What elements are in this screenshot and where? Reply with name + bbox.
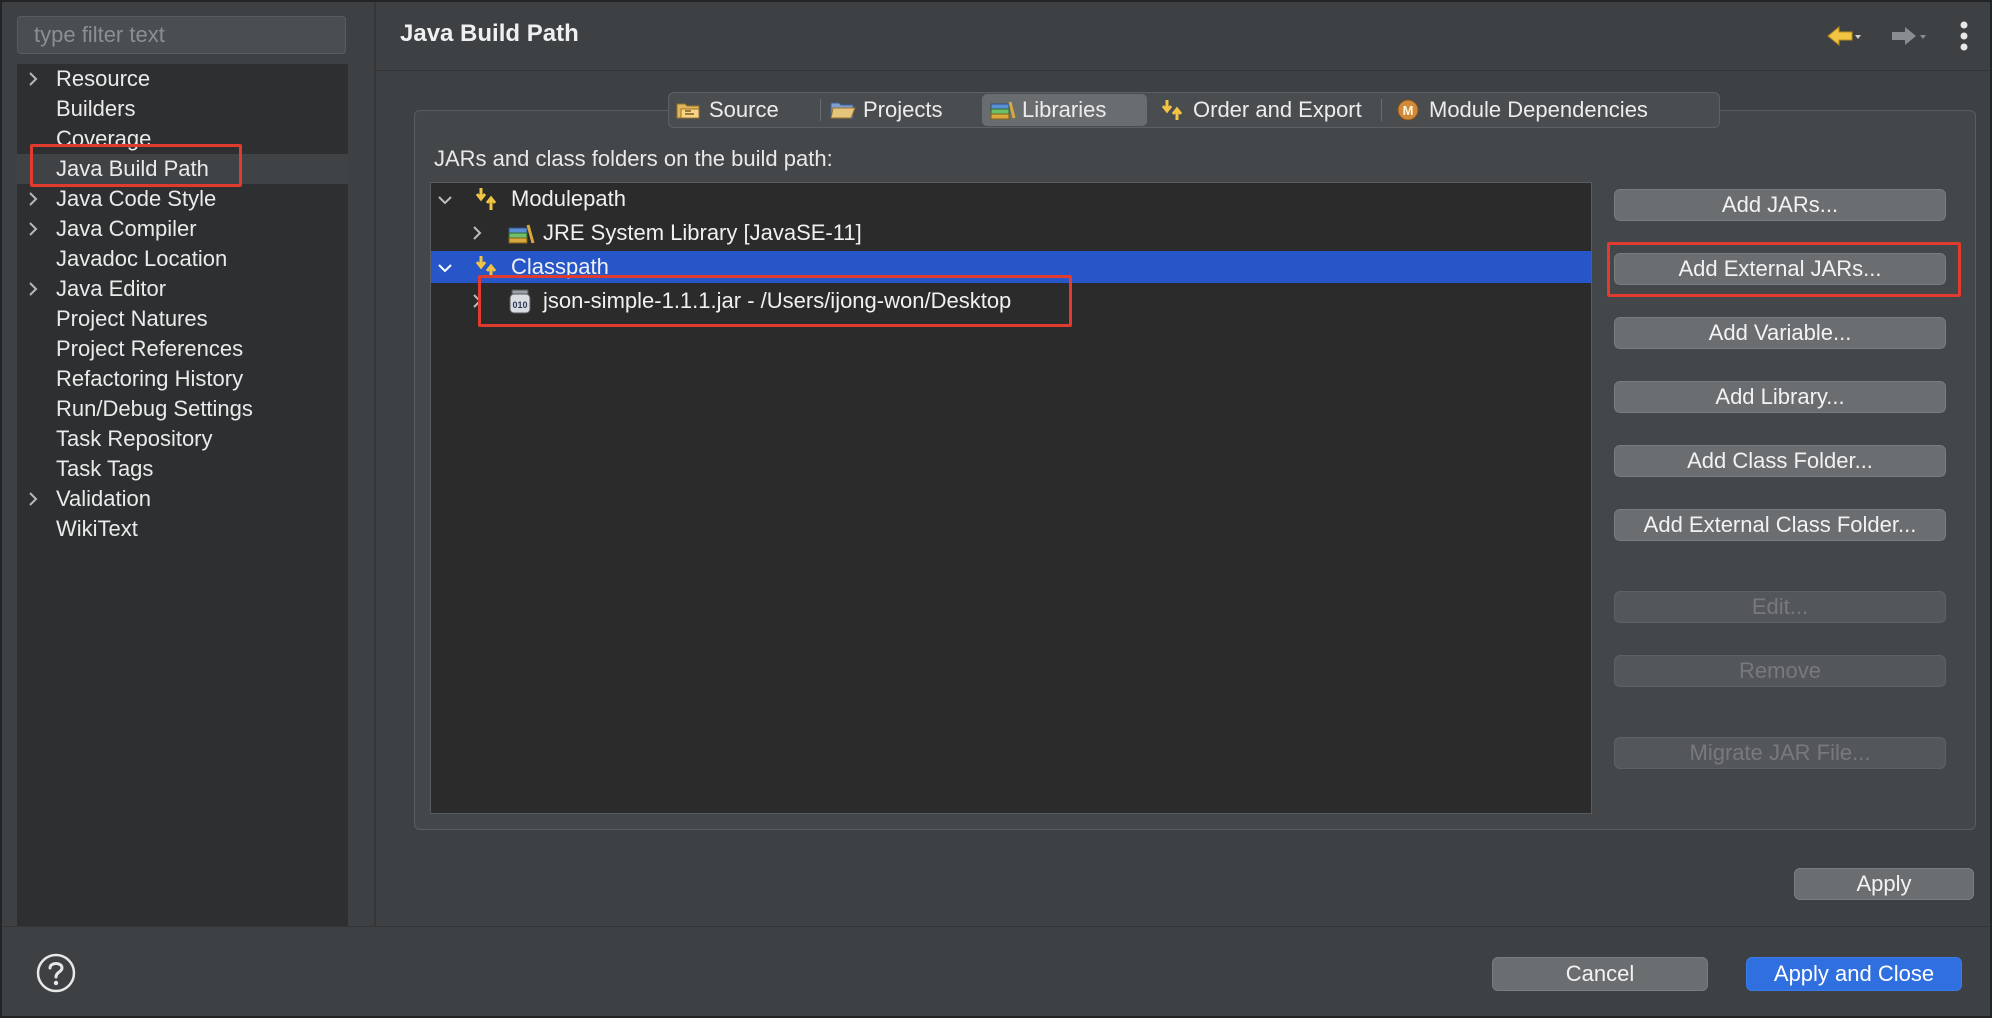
- libraries-icon: [988, 98, 1016, 122]
- add-jars-button[interactable]: Add JARs...: [1614, 189, 1946, 221]
- tab-label: Module Dependencies: [1429, 97, 1648, 122]
- remove-button[interactable]: Remove: [1614, 655, 1946, 687]
- nav-item-refactoring-history[interactable]: Refactoring History: [17, 364, 348, 394]
- nav-item-label: WikiText: [56, 516, 138, 541]
- nav-item-label: Project References: [56, 336, 244, 361]
- chevron-right-icon[interactable]: [23, 64, 43, 94]
- nav-item-coverage[interactable]: Coverage: [17, 124, 348, 154]
- buildpath-icon: [473, 186, 501, 212]
- add-library-button[interactable]: Add Library...: [1614, 381, 1946, 413]
- nav-item-project-natures[interactable]: Project Natures: [17, 304, 348, 334]
- filter-input[interactable]: [34, 22, 329, 48]
- tab-divider: [820, 99, 821, 121]
- nav-item-run-debug-settings[interactable]: Run/Debug Settings: [17, 394, 348, 424]
- edit-button[interactable]: Edit...: [1614, 591, 1946, 623]
- build-path-label: JARs and class folders on the build path…: [434, 146, 833, 171]
- nav-item-wikitext[interactable]: WikiText: [17, 514, 348, 544]
- nav-item-javadoc-location[interactable]: Javadoc Location: [17, 244, 348, 274]
- nav-item-task-repository[interactable]: Task Repository: [17, 424, 348, 454]
- library-icon: [507, 220, 535, 246]
- tree-row-label: JRE System Library [JavaSE-11]: [543, 220, 862, 245]
- add-class-folder-button[interactable]: Add Class Folder...: [1614, 445, 1946, 477]
- chevron-down-icon[interactable]: [437, 251, 457, 283]
- nav-item-java-build-path[interactable]: Java Build Path: [17, 154, 348, 184]
- chevron-right-icon[interactable]: [23, 484, 43, 514]
- svg-text:M: M: [1403, 103, 1414, 118]
- tree-row-label: json-simple-1.1.1.jar - /Users/ijong-won…: [543, 288, 1012, 313]
- back-arrow-icon[interactable]: [1826, 24, 1862, 52]
- svg-text:010: 010: [512, 300, 527, 310]
- tree-row-label: Classpath: [511, 254, 609, 279]
- chevron-right-icon[interactable]: [23, 274, 43, 304]
- nav-item-label: Validation: [56, 486, 151, 511]
- tree-row-classpath[interactable]: Classpath: [431, 251, 1591, 283]
- nav-item-label: Task Repository: [56, 426, 213, 451]
- nav-item-task-tags[interactable]: Task Tags: [17, 454, 348, 484]
- nav-item-label: Java Code Style: [56, 186, 217, 211]
- nav-item-label: Coverage: [56, 126, 152, 151]
- source-folder-icon: [675, 98, 703, 122]
- module-icon: M: [1395, 98, 1423, 122]
- tab-module-dependencies[interactable]: M Module Dependencies: [1389, 94, 1709, 126]
- preferences-nav-tree: Resource Builders Coverage Java Build Pa…: [17, 64, 348, 926]
- nav-item-resource[interactable]: Resource: [17, 64, 348, 94]
- chevron-down-icon[interactable]: [437, 183, 457, 215]
- add-external-class-folder-button[interactable]: Add External Class Folder...: [1614, 509, 1946, 541]
- apply-button[interactable]: Apply: [1794, 868, 1974, 900]
- tree-row-jre-system-library[interactable]: JRE System Library [JavaSE-11]: [431, 217, 1591, 249]
- cancel-button[interactable]: Cancel: [1492, 957, 1708, 991]
- view-menu-icon[interactable]: [1958, 20, 1970, 54]
- nav-item-label: Java Build Path: [56, 156, 209, 181]
- build-path-tree[interactable]: Modulepath JRE System Library [JavaSE-11…: [430, 182, 1592, 814]
- tree-row-modulepath[interactable]: Modulepath: [431, 183, 1591, 215]
- nav-item-label: Javadoc Location: [56, 246, 228, 271]
- chevron-right-icon[interactable]: [471, 285, 491, 317]
- nav-item-label: Java Editor: [56, 276, 167, 301]
- help-icon[interactable]: [36, 953, 76, 993]
- buildpath-icon: [473, 254, 501, 280]
- nav-item-label: Builders: [56, 96, 136, 121]
- nav-item-label: Resource: [56, 66, 151, 91]
- nav-item-builders[interactable]: Builders: [17, 94, 348, 124]
- tab-label: Libraries: [1022, 97, 1107, 122]
- tab-bar: Source Projects Libraries Order and Expo…: [668, 92, 1720, 128]
- chevron-right-icon[interactable]: [23, 184, 43, 214]
- nav-item-label: Java Compiler: [56, 216, 197, 241]
- nav-item-java-editor[interactable]: Java Editor: [17, 274, 348, 304]
- nav-item-label: Refactoring History: [56, 366, 244, 391]
- tab-projects[interactable]: Projects: [823, 94, 973, 126]
- add-external-jars-button[interactable]: Add External JARs...: [1614, 253, 1946, 285]
- tab-label: Source: [709, 97, 779, 122]
- nav-item-validation[interactable]: Validation: [17, 484, 348, 514]
- chevron-right-icon[interactable]: [471, 217, 491, 249]
- tab-order-and-export[interactable]: Order and Export: [1153, 94, 1379, 126]
- pane-divider[interactable]: [374, 0, 376, 926]
- header-divider: [376, 70, 1992, 71]
- forward-arrow-icon[interactable]: [1888, 24, 1928, 52]
- nav-item-label: Task Tags: [56, 456, 154, 481]
- nav-item-java-code-style[interactable]: Java Code Style: [17, 184, 348, 214]
- apply-and-close-button[interactable]: Apply and Close: [1746, 957, 1962, 991]
- nav-item-java-compiler[interactable]: Java Compiler: [17, 214, 348, 244]
- migrate-jar-button[interactable]: Migrate JAR File...: [1614, 737, 1946, 769]
- tree-row-json-simple-jar[interactable]: 010 json-simple-1.1.1.jar - /Users/ijong…: [431, 285, 1591, 317]
- footer-divider: [0, 926, 1992, 927]
- tab-libraries[interactable]: Libraries: [982, 94, 1147, 126]
- filter-input-box[interactable]: [17, 16, 346, 54]
- tab-label: Order and Export: [1193, 97, 1362, 122]
- tab-divider: [1381, 99, 1382, 121]
- order-export-icon: [1159, 98, 1187, 122]
- jar-icon: 010: [507, 288, 535, 314]
- add-variable-button[interactable]: Add Variable...: [1614, 317, 1946, 349]
- tab-source[interactable]: Source: [669, 94, 819, 126]
- page-title: Java Build Path: [400, 20, 579, 47]
- nav-item-label: Run/Debug Settings: [56, 396, 253, 421]
- nav-item-project-references[interactable]: Project References: [17, 334, 348, 364]
- chevron-right-icon[interactable]: [23, 214, 43, 244]
- tab-label: Projects: [863, 97, 943, 122]
- projects-folder-icon: [829, 98, 857, 122]
- tree-row-label: Modulepath: [511, 186, 626, 211]
- nav-item-label: Project Natures: [56, 306, 208, 331]
